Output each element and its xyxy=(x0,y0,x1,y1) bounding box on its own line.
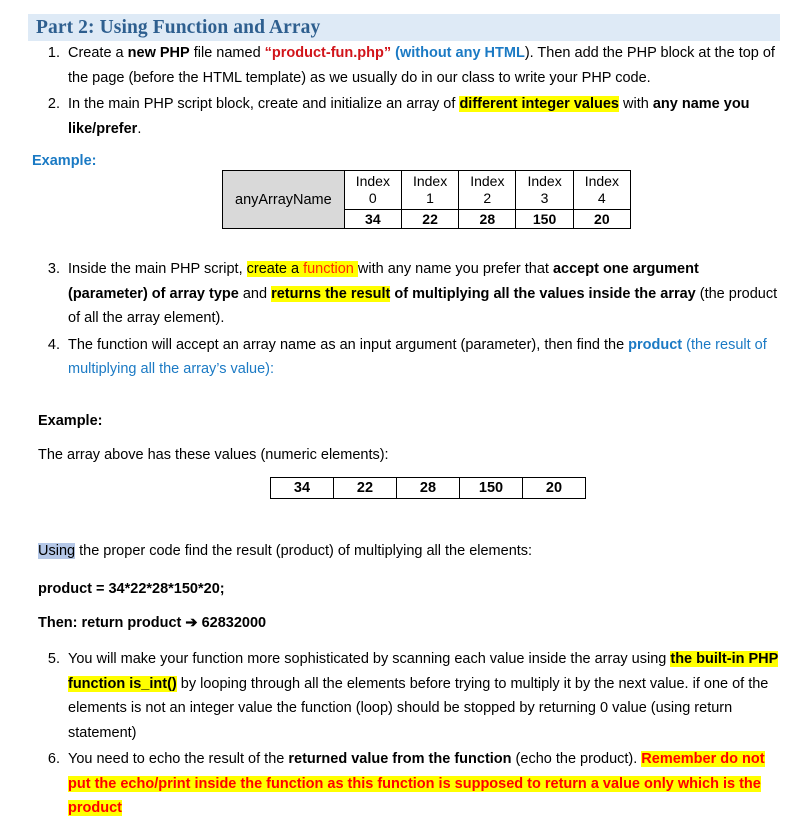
right-arrow-icon: ➔ xyxy=(185,615,198,631)
array-value-cell: 150 xyxy=(459,477,523,499)
document-page: Part 2: Using Function and Array 1. Creat… xyxy=(0,0,811,816)
array-value-cell: 34 xyxy=(343,209,402,229)
text-run: . xyxy=(137,120,142,137)
text-run: with xyxy=(618,96,653,112)
text-run: different integer values xyxy=(459,96,619,112)
array-table: anyArrayName Index 0 Index 1 Index 2 Index 3 Inde… xyxy=(222,170,631,229)
using-highlighted-word: Using xyxy=(38,543,76,559)
instruction-list-top: 1. Create a new PHP file named “product-f… xyxy=(30,41,782,143)
instruction-list-bottom: 5. You will make your function more sophi… xyxy=(30,647,782,823)
instruction-list-mid: 3. Inside the main PHP script, create a f… xyxy=(30,257,782,384)
text-run: and xyxy=(238,285,272,302)
then-prefix: Then: return product xyxy=(38,615,186,631)
using-line: Using the proper code find the result (p… xyxy=(38,540,532,562)
list-item-number: 3. xyxy=(47,261,60,277)
text-run: returned value from the function xyxy=(288,751,512,767)
text-run: Inside the main PHP script, xyxy=(68,261,247,277)
list-item-number: 5. xyxy=(47,651,60,667)
index-number: 0 xyxy=(368,190,377,206)
text-run: returns the result xyxy=(271,285,391,302)
index-word: Index xyxy=(527,173,562,189)
text-run: You will make your function more sophist… xyxy=(68,651,671,667)
array-value-cell: 22 xyxy=(400,209,460,229)
list-item: 5. You will make your function more sophi… xyxy=(30,647,782,745)
section-header-part2: Part 2: Using Function and Array xyxy=(28,14,780,41)
index-number: 4 xyxy=(597,190,606,206)
text-run: (echo the product). xyxy=(511,751,642,767)
array-name-cell: anyArrayName xyxy=(222,170,345,229)
text-run: “product-fun.php” xyxy=(264,45,392,61)
index-header-cell: Index 0 xyxy=(343,170,402,210)
text-run: of multiplying all the values inside the… xyxy=(394,285,696,302)
text-run: Create a xyxy=(68,45,128,61)
list-item-number: 6. xyxy=(47,751,60,767)
index-header-cell: Index 1 xyxy=(400,170,460,210)
values-table: 34 22 28 150 20 xyxy=(270,477,586,499)
table-row: anyArrayName Index 0 Index 1 Index 2 Index 3 Inde… xyxy=(222,170,631,229)
example-label-2: Example: xyxy=(38,413,103,429)
array-value-cell: 28 xyxy=(396,477,460,499)
index-word: Index xyxy=(470,173,505,189)
array-value-cell: 20 xyxy=(572,209,631,229)
text-run: create a xyxy=(246,261,304,277)
text-run: The function will accept an array name a… xyxy=(68,336,629,353)
text-run: (without any HTML xyxy=(395,45,525,61)
list-item: 3. Inside the main PHP script, create a f… xyxy=(30,257,782,331)
index-word: Index xyxy=(355,173,390,189)
array-value-cell: 28 xyxy=(458,209,517,229)
array-value-cell: 22 xyxy=(333,477,397,499)
using-line-rest: the proper code find the result (product… xyxy=(75,543,533,559)
text-run: new PHP xyxy=(127,45,190,61)
index-number: 3 xyxy=(540,190,549,206)
text-run: You need to echo the result of the xyxy=(68,751,289,767)
index-word: Index xyxy=(584,173,619,189)
index-word: Index xyxy=(412,173,448,189)
then-result: 62832000 xyxy=(197,615,267,631)
array-value-cell: 150 xyxy=(515,209,574,229)
index-header-cell: Index 4 xyxy=(572,170,631,210)
array-values-intro: The array above has these values (numeri… xyxy=(38,447,389,463)
array-value-cell: 20 xyxy=(522,477,586,499)
list-item-number: 1. xyxy=(47,45,60,61)
text-run: In the main PHP script block, create and… xyxy=(68,96,460,112)
index-header-cell: Index 3 xyxy=(515,170,574,210)
text-run: file named xyxy=(189,45,265,61)
table-row: 34 22 28 150 20 xyxy=(270,477,586,499)
list-item: 4. The function will accept an array name… xyxy=(30,333,782,382)
list-item-number: 4. xyxy=(47,336,60,353)
product-expression: product = 34*22*28*150*20; xyxy=(38,581,225,597)
index-number: 2 xyxy=(483,190,492,206)
index-header-cell: Index 2 xyxy=(458,170,517,210)
text-run: function xyxy=(303,261,354,277)
list-item-number: 2. xyxy=(47,96,60,112)
example-label-1: Example: xyxy=(32,153,97,169)
list-item: 2. In the main PHP script block, create a… xyxy=(30,92,782,141)
index-number: 1 xyxy=(426,190,434,206)
list-item: 1. Create a new PHP file named “product-f… xyxy=(30,41,782,90)
then-return-line: Then: return product ➔ 62832000 xyxy=(38,612,266,634)
array-value-cell: 34 xyxy=(270,477,334,499)
list-item: 6. You need to echo the result of the ret… xyxy=(30,747,782,821)
text-run: product xyxy=(628,336,683,353)
text-run: with any name you prefer that xyxy=(357,261,553,277)
